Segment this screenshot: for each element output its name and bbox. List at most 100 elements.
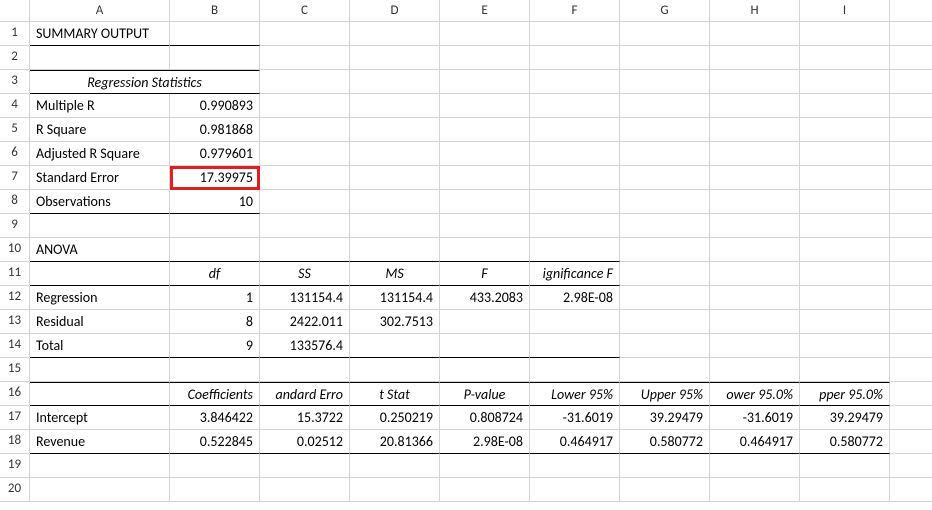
cell[interactable] (890, 118, 932, 142)
cell[interactable] (710, 166, 800, 190)
cell[interactable] (260, 70, 350, 94)
cell[interactable] (800, 94, 890, 118)
coef-value[interactable]: 39.29479 (620, 406, 710, 430)
cell[interactable] (170, 22, 260, 46)
cell[interactable] (530, 118, 620, 142)
anova-value[interactable]: 433.2083 (440, 286, 530, 310)
anova-value[interactable] (440, 334, 530, 358)
anova-col-f[interactable]: F (440, 262, 530, 286)
anova-col-df[interactable]: df (170, 262, 260, 286)
cell[interactable] (890, 382, 932, 406)
cell[interactable] (890, 286, 932, 310)
coef-value[interactable]: 0.522845 (170, 430, 260, 454)
cell[interactable] (530, 70, 620, 94)
cell[interactable] (260, 238, 350, 262)
anova-value[interactable]: 133576.4 (260, 334, 350, 358)
coef-value[interactable]: -31.6019 (530, 406, 620, 430)
coef-value[interactable]: 0.250219 (350, 406, 440, 430)
cell[interactable] (890, 142, 932, 166)
cell[interactable] (440, 214, 530, 238)
cell[interactable] (620, 262, 710, 286)
cell[interactable] (350, 454, 440, 478)
cell[interactable] (350, 214, 440, 238)
cell[interactable] (440, 94, 530, 118)
cell[interactable] (30, 214, 170, 238)
cell[interactable] (440, 238, 530, 262)
col-header[interactable]: H (710, 0, 800, 22)
coef-value[interactable]: 0.808724 (440, 406, 530, 430)
cell[interactable] (440, 454, 530, 478)
coef-header[interactable]: Upper 95% (620, 382, 710, 406)
cell[interactable] (530, 142, 620, 166)
row-header[interactable]: 8 (0, 190, 30, 214)
cell[interactable] (620, 46, 710, 70)
cell[interactable] (530, 454, 620, 478)
coef-value[interactable]: 0.464917 (530, 430, 620, 454)
cell[interactable] (890, 22, 932, 46)
cell[interactable] (710, 454, 800, 478)
cell[interactable] (440, 142, 530, 166)
anova-value[interactable]: 131154.4 (350, 286, 440, 310)
col-header[interactable]: B (170, 0, 260, 22)
row-header[interactable]: 14 (0, 334, 30, 358)
row-header[interactable]: 15 (0, 358, 30, 382)
coef-value[interactable]: 0.464917 (710, 430, 800, 454)
stat-value[interactable]: 0.979601 (170, 142, 260, 166)
cell[interactable] (620, 358, 710, 382)
anova-value[interactable]: 8 (170, 310, 260, 334)
cell[interactable] (440, 70, 530, 94)
anova-value[interactable]: 302.7513 (350, 310, 440, 334)
cell[interactable] (350, 166, 440, 190)
stat-label[interactable]: Standard Error (30, 166, 170, 190)
cell[interactable] (800, 166, 890, 190)
cell[interactable] (170, 358, 260, 382)
row-header[interactable]: 6 (0, 142, 30, 166)
cell[interactable] (350, 238, 440, 262)
coef-row-label[interactable]: Revenue (30, 430, 170, 454)
cell[interactable] (710, 214, 800, 238)
cell[interactable] (350, 94, 440, 118)
coef-value[interactable]: 0.580772 (800, 430, 890, 454)
anova-value[interactable]: 131154.4 (260, 286, 350, 310)
cell[interactable] (710, 118, 800, 142)
cell[interactable] (440, 190, 530, 214)
cell[interactable] (530, 190, 620, 214)
row-header[interactable]: 11 (0, 262, 30, 286)
cell[interactable] (350, 118, 440, 142)
coef-header[interactable]: Coefficients (170, 382, 260, 406)
anova-value[interactable]: 2.98E-08 (530, 286, 620, 310)
cell[interactable] (350, 22, 440, 46)
cell[interactable] (530, 214, 620, 238)
cell[interactable] (620, 118, 710, 142)
cell[interactable] (350, 70, 440, 94)
cell[interactable] (710, 142, 800, 166)
cell[interactable] (260, 478, 350, 502)
anova-value[interactable] (350, 334, 440, 358)
anova-row-label[interactable]: Regression (30, 286, 170, 310)
cell[interactable] (800, 286, 890, 310)
coef-value[interactable]: 0.02512 (260, 430, 350, 454)
row-header[interactable]: 12 (0, 286, 30, 310)
cell[interactable] (440, 22, 530, 46)
cell[interactable] (440, 358, 530, 382)
row-header[interactable]: 9 (0, 214, 30, 238)
cell[interactable] (350, 358, 440, 382)
anova-row-label[interactable]: Residual (30, 310, 170, 334)
row-header[interactable]: 1 (0, 22, 30, 46)
anova-value[interactable]: 9 (170, 334, 260, 358)
cell[interactable] (800, 454, 890, 478)
cell[interactable] (620, 334, 710, 358)
col-header[interactable]: F (530, 0, 620, 22)
cell[interactable] (440, 46, 530, 70)
cell[interactable] (620, 70, 710, 94)
cell[interactable] (170, 46, 260, 70)
cell[interactable] (620, 286, 710, 310)
cell[interactable] (890, 70, 932, 94)
cell[interactable] (710, 478, 800, 502)
cell[interactable] (800, 262, 890, 286)
cell[interactable] (620, 238, 710, 262)
cell[interactable] (530, 238, 620, 262)
col-header[interactable]: D (350, 0, 440, 22)
cell[interactable] (890, 406, 932, 430)
cell[interactable] (620, 142, 710, 166)
